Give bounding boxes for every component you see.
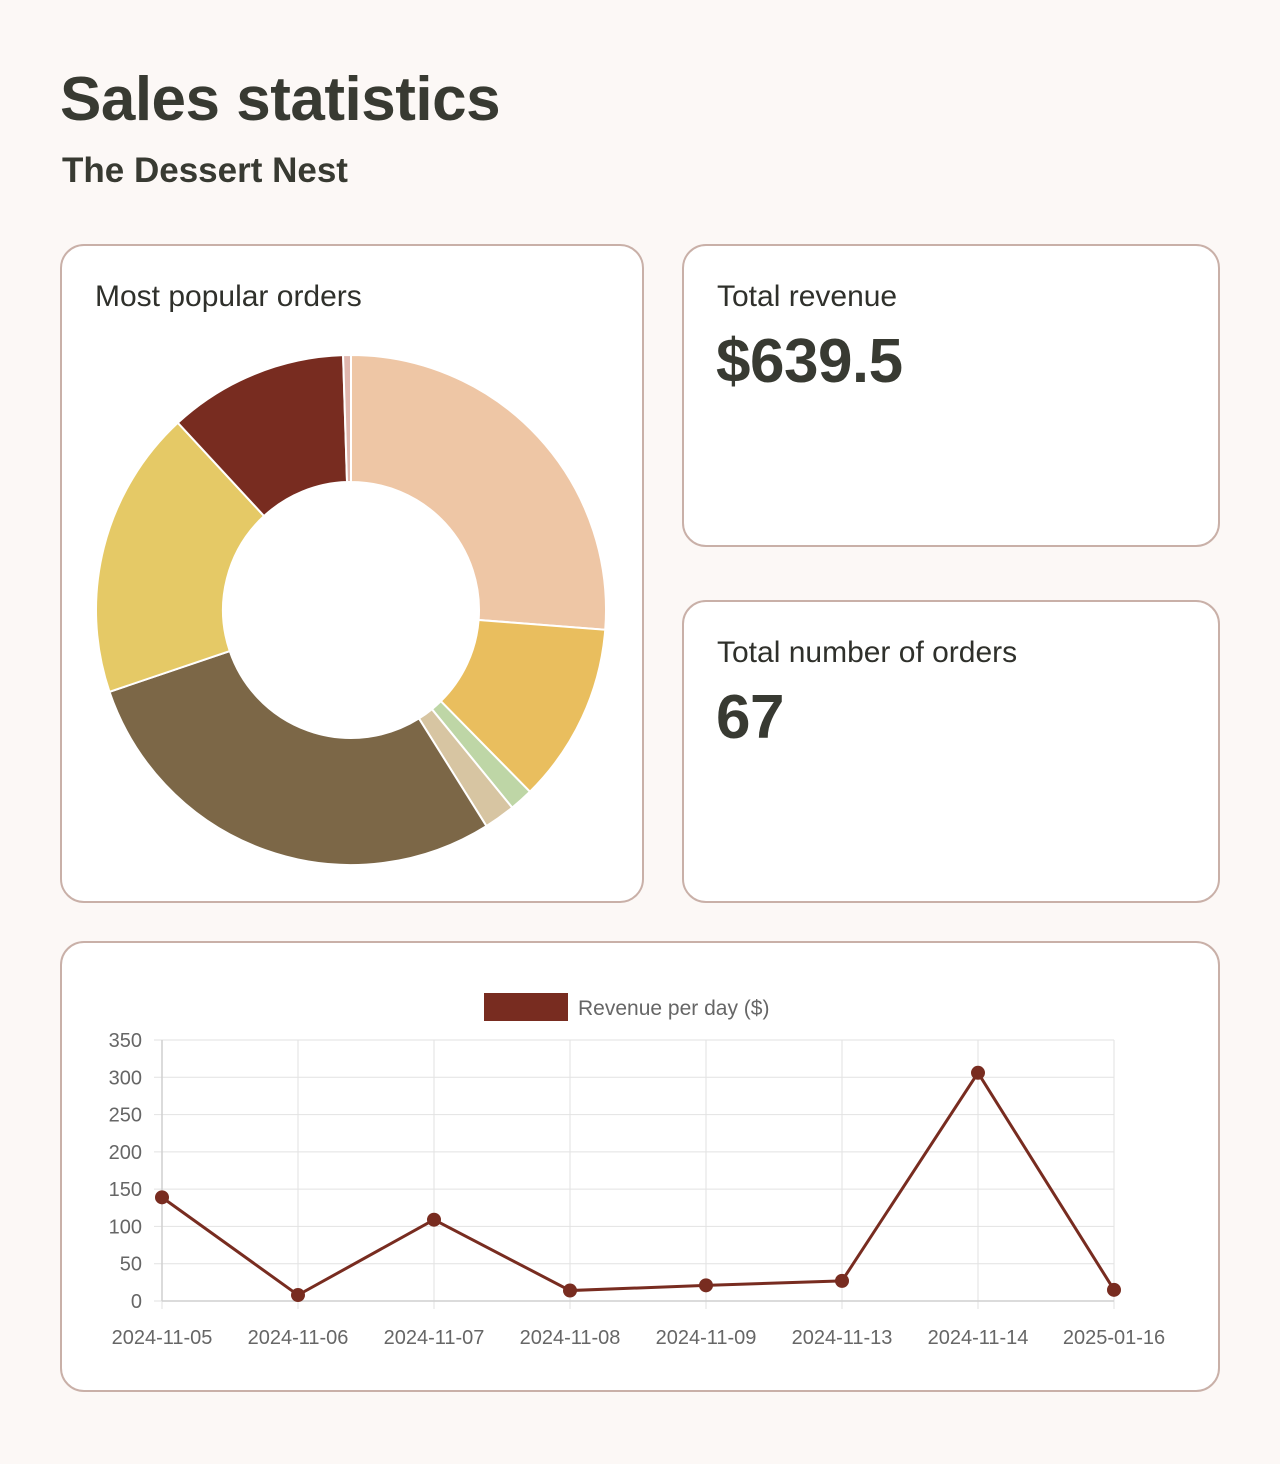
page-title: Sales statistics [60,65,501,134]
data-point [427,1212,441,1227]
x-tick-label: 2024-11-14 [928,1327,1029,1349]
data-point [835,1273,849,1288]
x-tick-label: 2024-11-05 [112,1327,213,1349]
data-point [699,1278,713,1293]
total-revenue-value: $639.5 [716,327,903,396]
x-tick-label: 2024-11-13 [792,1327,893,1349]
data-point [155,1190,169,1205]
store-name: The Dessert Nest [62,151,348,190]
data-point [563,1283,577,1298]
data-point [1107,1282,1121,1297]
donut-slice [350,353,607,631]
legend-swatch [484,993,568,1021]
total-orders-value: 67 [716,683,784,752]
x-tick-label: 2024-11-09 [656,1327,757,1349]
revenue-per-day-line-chart: 0 50 100 150 200 250 300 350 2024-11-05 2024-11-0… [109,993,1165,1349]
sales-statistics-page: Sales statistics The Dessert Nest Most p… [0,0,1280,1464]
total-orders-label: Total number of orders [717,636,1018,669]
y-tick-label: 300 [109,1067,142,1089]
x-tick-label: 2024-11-08 [520,1327,621,1349]
series-line [161,1070,1116,1297]
donut-slice [108,649,488,866]
y-tick-label: 150 [109,1179,142,1201]
data-point [971,1065,985,1080]
data-point [291,1288,305,1303]
y-tick-label: 350 [109,1030,142,1052]
x-tick-label: 2024-11-07 [384,1327,485,1349]
y-tick-label: 250 [109,1105,142,1127]
x-tick-label: 2025-01-16 [1063,1327,1165,1349]
total-orders-card: Total number of orders 67 [682,600,1220,903]
total-revenue-label: Total revenue [717,280,898,313]
y-tick-label: 0 [131,1291,142,1313]
revenue-per-day-card: 0 50 100 150 200 250 300 350 2024-11-05 2024-11-0… [60,941,1220,1392]
legend-label: Revenue per day ($) [578,997,769,1020]
total-revenue-card: Total revenue $639.5 [682,244,1220,547]
y-tick-label: 100 [109,1216,142,1238]
popular-orders-card: Most popular orders [60,244,644,903]
x-tick-label: 2024-11-06 [248,1327,349,1349]
popular-orders-donut-chart [95,353,607,866]
y-tick-label: 50 [120,1254,142,1276]
y-tick-label: 200 [109,1142,142,1164]
